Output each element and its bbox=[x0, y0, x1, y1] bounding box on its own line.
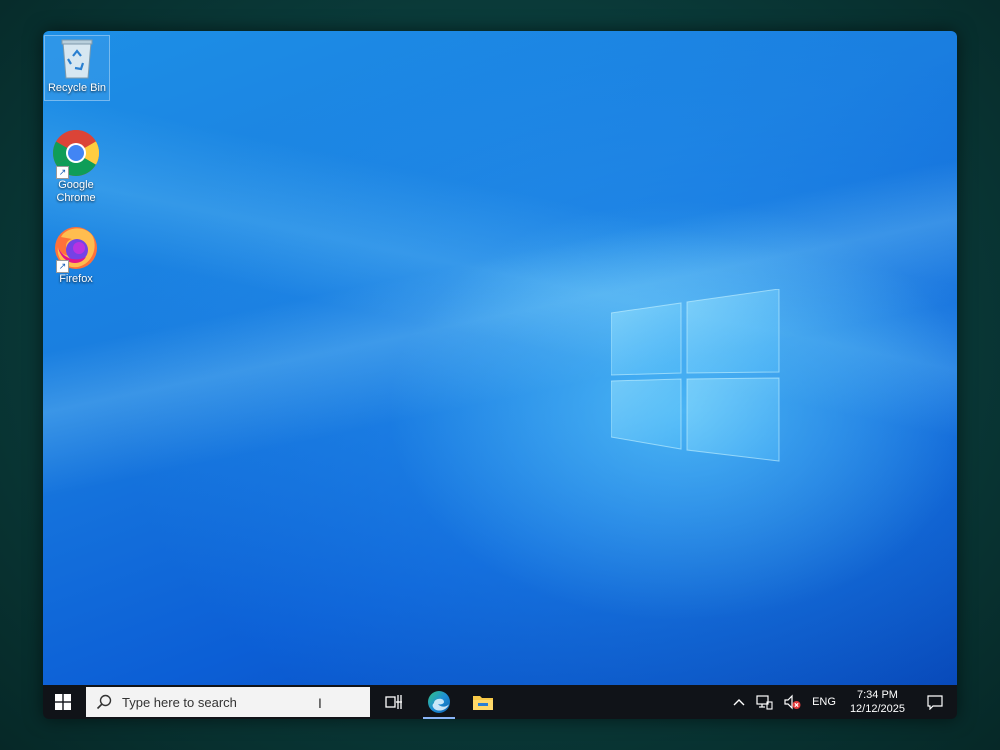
desktop-icon-label: Google Chrome bbox=[56, 179, 96, 204]
task-view-button[interactable] bbox=[372, 685, 416, 719]
system-tray: ENG 7:34 PM 12/12/2025 bbox=[728, 685, 957, 719]
firefox-icon: ↗ bbox=[52, 223, 100, 273]
task-view-icon bbox=[385, 695, 402, 709]
desktop-icon-chrome[interactable]: ↗ Google Chrome bbox=[44, 129, 108, 205]
clock[interactable]: 7:34 PM 12/12/2025 bbox=[842, 685, 913, 719]
chevron-up-icon bbox=[733, 699, 745, 706]
desktop-icon-recycle-bin[interactable]: Recycle Bin bbox=[44, 35, 110, 101]
shortcut-arrow-icon: ↗ bbox=[56, 260, 69, 273]
shortcut-arrow-icon: ↗ bbox=[56, 166, 69, 179]
search-icon bbox=[96, 694, 112, 710]
search-input[interactable] bbox=[120, 693, 314, 711]
show-hidden-icons-button[interactable] bbox=[728, 685, 750, 719]
start-button[interactable] bbox=[43, 685, 83, 719]
desktop-icon-label: Recycle Bin bbox=[47, 82, 107, 94]
input-language-indicator[interactable]: ENG bbox=[806, 685, 842, 719]
notification-icon bbox=[927, 695, 943, 710]
volume-button[interactable] bbox=[778, 685, 806, 719]
taskbar-file-explorer-button[interactable] bbox=[461, 685, 505, 719]
volume-muted-icon bbox=[784, 694, 801, 710]
desktop-screen: Recycle Bin ↗ Google Chrome ↗ Firefox Ty… bbox=[43, 31, 957, 719]
chrome-icon: ↗ bbox=[52, 129, 100, 179]
clock-date: 12/12/2025 bbox=[849, 703, 905, 715]
network-icon bbox=[756, 695, 773, 710]
taskbar-search-box[interactable]: I bbox=[86, 687, 370, 717]
folder-icon bbox=[473, 696, 493, 710]
windows-logo-wallpaper bbox=[611, 289, 780, 462]
edge-icon bbox=[428, 691, 450, 713]
taskbar: I bbox=[43, 685, 957, 719]
windows-start-icon bbox=[55, 694, 71, 710]
notifications-button[interactable] bbox=[913, 685, 957, 719]
text-cursor-icon: I bbox=[318, 695, 322, 711]
desktop-icon-label: Firefox bbox=[59, 273, 93, 285]
clock-time: 7:34 PM bbox=[856, 689, 898, 701]
desktop-wallpaper[interactable]: Recycle Bin ↗ Google Chrome ↗ Firefox bbox=[43, 31, 957, 685]
desktop-icon-firefox[interactable]: ↗ Firefox bbox=[44, 223, 108, 286]
network-button[interactable] bbox=[750, 685, 778, 719]
taskbar-edge-button[interactable] bbox=[417, 685, 461, 719]
recycle-bin-icon bbox=[53, 36, 101, 80]
wallpaper-light-beam bbox=[43, 31, 957, 685]
